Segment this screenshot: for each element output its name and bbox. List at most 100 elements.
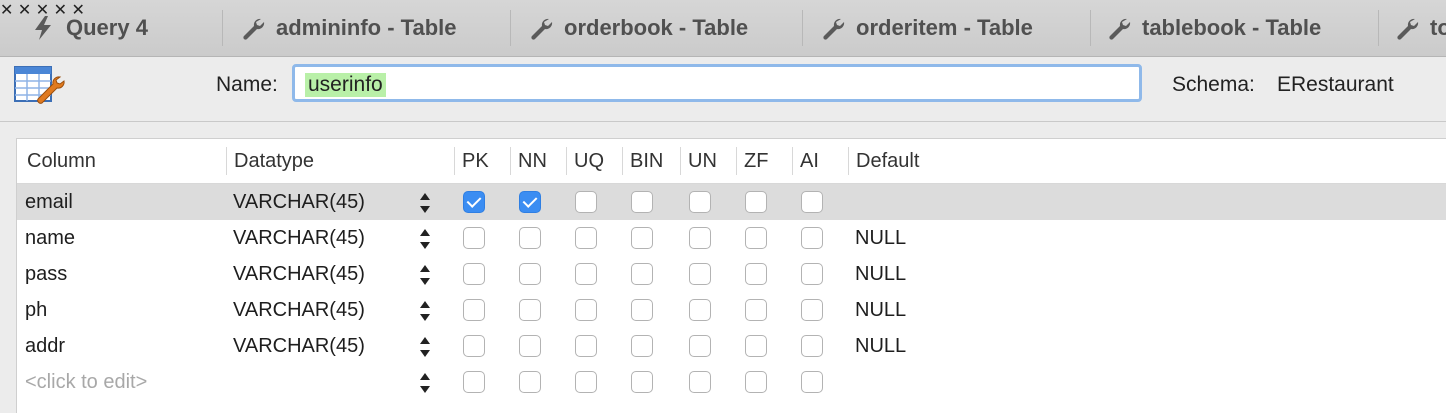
bin-checkbox[interactable] xyxy=(631,371,653,393)
pk-checkbox[interactable] xyxy=(463,335,485,357)
datatype-stepper-icon[interactable] xyxy=(418,191,432,215)
uq-checkbox[interactable] xyxy=(575,227,597,249)
header-uq[interactable]: UQ xyxy=(566,139,622,183)
new-column-row[interactable]: <click to edit> xyxy=(17,364,1446,400)
datatype-stepper-icon[interactable] xyxy=(418,335,432,359)
grid-header: Column Datatype PK NN UQ BIN UN ZF AI De… xyxy=(17,139,1446,184)
uq-checkbox[interactable] xyxy=(575,263,597,285)
header-ai[interactable]: AI xyxy=(792,139,848,183)
column-name-cell[interactable]: email xyxy=(25,184,73,220)
column-name-cell[interactable]: addr xyxy=(25,328,65,364)
un-checkbox[interactable] xyxy=(689,191,711,213)
ai-checkbox[interactable] xyxy=(801,263,823,285)
datatype-cell[interactable]: VARCHAR(45) xyxy=(233,256,365,292)
tab-label: tablebook - Table xyxy=(1142,15,1322,40)
ai-checkbox[interactable] xyxy=(801,335,823,357)
ai-checkbox[interactable] xyxy=(801,191,823,213)
default-cell[interactable]: NULL xyxy=(855,292,906,328)
ai-checkbox[interactable] xyxy=(801,371,823,393)
tab-truncated[interactable]: to xyxy=(1394,0,1446,56)
wrench-icon xyxy=(1106,15,1132,41)
tab-orderitem-table[interactable]: orderitem - Table xyxy=(820,0,1033,56)
table-row[interactable]: name VARCHAR(45) NULL xyxy=(17,220,1446,256)
tab-orderbook-table[interactable]: orderbook - Table xyxy=(528,0,748,56)
ai-checkbox[interactable] xyxy=(801,299,823,321)
un-checkbox[interactable] xyxy=(689,299,711,321)
un-checkbox[interactable] xyxy=(689,335,711,357)
bin-checkbox[interactable] xyxy=(631,191,653,213)
table-name-value: userinfo xyxy=(305,73,386,97)
table-name-input[interactable]: userinfo xyxy=(292,64,1142,102)
pk-checkbox[interactable] xyxy=(463,371,485,393)
un-checkbox[interactable] xyxy=(689,227,711,249)
datatype-cell[interactable]: VARCHAR(45) xyxy=(233,184,365,220)
header-zf[interactable]: ZF xyxy=(736,139,792,183)
nn-checkbox[interactable] xyxy=(519,371,541,393)
tab-divider xyxy=(1090,10,1091,46)
default-cell[interactable]: NULL xyxy=(855,220,906,256)
zf-checkbox[interactable] xyxy=(745,191,767,213)
nn-checkbox[interactable] xyxy=(519,227,541,249)
zf-checkbox[interactable] xyxy=(745,263,767,285)
zf-checkbox[interactable] xyxy=(745,227,767,249)
column-name-cell[interactable]: pass xyxy=(25,256,67,292)
datatype-stepper-icon[interactable] xyxy=(418,263,432,287)
table-editor-icon xyxy=(14,63,66,111)
pk-checkbox[interactable] xyxy=(463,191,485,213)
uq-checkbox[interactable] xyxy=(575,191,597,213)
bin-checkbox[interactable] xyxy=(631,335,653,357)
new-column-placeholder[interactable]: <click to edit> xyxy=(25,364,147,400)
lightning-icon xyxy=(30,15,56,41)
header-nn[interactable]: NN xyxy=(510,139,566,183)
tab-label: orderbook - Table xyxy=(564,15,749,40)
tab-admininfo-table[interactable]: admininfo - Table xyxy=(240,0,456,56)
table-row[interactable]: ph VARCHAR(45) NULL xyxy=(17,292,1446,328)
nn-checkbox[interactable] xyxy=(519,299,541,321)
bin-checkbox[interactable] xyxy=(631,299,653,321)
tab-label: Query 4 xyxy=(66,15,148,40)
header-pk[interactable]: PK xyxy=(454,139,510,183)
uq-checkbox[interactable] xyxy=(575,335,597,357)
pk-checkbox[interactable] xyxy=(463,227,485,249)
table-row[interactable]: email VARCHAR(45) xyxy=(17,184,1446,220)
un-checkbox[interactable] xyxy=(689,263,711,285)
datatype-stepper-icon[interactable] xyxy=(418,227,432,251)
datatype-stepper-icon[interactable] xyxy=(418,371,432,395)
uq-checkbox[interactable] xyxy=(575,371,597,393)
table-row[interactable]: pass VARCHAR(45) NULL xyxy=(17,256,1446,292)
header-column[interactable]: Column xyxy=(19,139,227,183)
header-bin[interactable]: BIN xyxy=(622,139,680,183)
column-name-cell[interactable]: ph xyxy=(25,292,47,328)
bin-checkbox[interactable] xyxy=(631,227,653,249)
datatype-cell[interactable]: VARCHAR(45) xyxy=(233,292,365,328)
tab-close-icon[interactable]: ✕ xyxy=(0,2,13,19)
nn-checkbox[interactable] xyxy=(519,335,541,357)
default-cell[interactable]: NULL xyxy=(855,256,906,292)
ai-checkbox[interactable] xyxy=(801,227,823,249)
header-default[interactable]: Default xyxy=(848,139,1148,183)
pk-checkbox[interactable] xyxy=(463,263,485,285)
table-row[interactable]: addr VARCHAR(45) NULL xyxy=(17,328,1446,364)
zf-checkbox[interactable] xyxy=(745,371,767,393)
uq-checkbox[interactable] xyxy=(575,299,597,321)
tab-label: to xyxy=(1430,15,1446,40)
datatype-cell[interactable]: VARCHAR(45) xyxy=(233,328,365,364)
pk-checkbox[interactable] xyxy=(463,299,485,321)
tab-tablebook-table[interactable]: tablebook - Table xyxy=(1106,0,1321,56)
nn-checkbox[interactable] xyxy=(519,263,541,285)
un-checkbox[interactable] xyxy=(689,371,711,393)
tab-query-4[interactable]: Query 4 xyxy=(30,0,148,56)
tab-divider xyxy=(510,10,511,46)
zf-checkbox[interactable] xyxy=(745,335,767,357)
wrench-icon xyxy=(528,15,554,41)
name-label: Name: xyxy=(216,73,278,96)
zf-checkbox[interactable] xyxy=(745,299,767,321)
datatype-stepper-icon[interactable] xyxy=(418,299,432,323)
column-name-cell[interactable]: name xyxy=(25,220,75,256)
header-un[interactable]: UN xyxy=(680,139,736,183)
bin-checkbox[interactable] xyxy=(631,263,653,285)
datatype-cell[interactable]: VARCHAR(45) xyxy=(233,220,365,256)
header-datatype[interactable]: Datatype xyxy=(226,139,454,183)
nn-checkbox[interactable] xyxy=(519,191,541,213)
default-cell[interactable]: NULL xyxy=(855,328,906,364)
